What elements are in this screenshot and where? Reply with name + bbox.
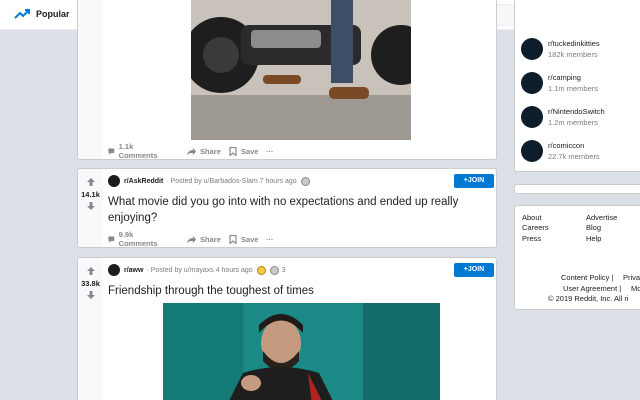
comment-icon — [108, 236, 115, 243]
community-avatar — [521, 140, 543, 162]
post-title[interactable]: Friendship through the toughest of times — [108, 283, 488, 299]
award-count: 3 — [281, 266, 286, 274]
user-agreement-link[interactable]: User Agreement | — [563, 284, 621, 293]
comments-count: 9.9k Comments — [118, 230, 158, 248]
subreddit-link[interactable]: r/aww — [124, 267, 143, 274]
footer-links-card: About Careers Press Advertise Blog Help … — [514, 205, 640, 310]
more-options-button[interactable]: ··· — [266, 232, 274, 246]
join-button[interactable]: +JOIN — [454, 263, 494, 277]
join-button[interactable]: +JOIN — [454, 174, 494, 188]
bookmark-icon — [229, 146, 237, 156]
share-icon — [187, 235, 196, 243]
comments-button[interactable]: 1.1k Comments — [108, 142, 160, 160]
vote-column — [78, 0, 103, 159]
vote-score: 14.1k — [81, 190, 100, 199]
posted-by: · Posted by u/mayaxs 4 hours ago — [146, 266, 253, 274]
post-meta: r/aww · Posted by u/mayaxs 4 hours ago 3 — [108, 263, 286, 277]
share-icon — [187, 147, 196, 155]
community-avatar — [521, 72, 543, 94]
comments-count: 1.1k Comments — [118, 142, 158, 160]
community-members: 22.7k members — [548, 152, 600, 161]
sidebar-spacer-card — [514, 184, 640, 194]
post-meta: r/AskReddit · Posted by u/Barbados-Slam … — [108, 174, 310, 188]
mod-policy-link[interactable]: Mo — [631, 284, 640, 293]
share-label: Share — [200, 234, 221, 244]
community-list-card: r/tuckedinkitties 182k members r/camping… — [514, 0, 640, 172]
more-options-button[interactable]: ··· — [266, 144, 274, 158]
keanu-photo — [163, 303, 440, 400]
post-card[interactable]: 14.1k r/AskReddit · Posted by u/Barbados… — [77, 168, 497, 248]
save-label: Save — [241, 234, 259, 244]
upvote-icon[interactable] — [86, 177, 96, 187]
help-link[interactable]: Help — [586, 234, 601, 243]
privacy-link[interactable]: Priva — [623, 273, 640, 282]
feed-selector-label[interactable]: Popular — [36, 9, 70, 19]
downvote-icon[interactable] — [86, 201, 96, 211]
community-avatar — [521, 38, 543, 60]
press-link[interactable]: Press — [522, 234, 541, 243]
vote-column: 33.8k — [78, 258, 103, 400]
subreddit-avatar[interactable] — [108, 175, 120, 187]
post-title[interactable]: What movie did you go into with no expec… — [108, 194, 488, 226]
community-avatar — [521, 106, 543, 128]
vote-column: 14.1k — [78, 169, 103, 247]
share-button[interactable]: Share — [186, 144, 221, 158]
community-members: 1.2m members — [548, 118, 599, 127]
save-button[interactable]: Save — [229, 232, 259, 246]
community-name[interactable]: r/camping — [548, 73, 581, 82]
advertise-link[interactable]: Advertise — [586, 213, 617, 222]
share-label: Share — [200, 146, 221, 156]
save-button[interactable]: Save — [229, 144, 259, 158]
share-button[interactable]: Share — [186, 232, 221, 246]
downvote-icon[interactable] — [86, 290, 96, 300]
comment-icon — [108, 148, 115, 155]
community-name[interactable]: r/comiccon — [548, 141, 584, 150]
upvote-icon[interactable] — [86, 266, 96, 276]
gold-award-icon — [256, 265, 266, 275]
content-policy-link[interactable]: Content Policy | — [561, 273, 613, 282]
subreddit-avatar[interactable] — [108, 264, 120, 276]
post-image-motorcycle[interactable] — [191, 0, 411, 140]
comments-button[interactable]: 9.9k Comments — [108, 230, 160, 248]
copyright-text: © 2019 Reddit, Inc. All ri — [548, 294, 629, 303]
post-card[interactable]: 1.1k Comments Share Save ··· — [77, 0, 497, 160]
post-card[interactable]: 33.8k r/aww · Posted by u/mayaxs 4 hours… — [77, 257, 497, 400]
subreddit-link[interactable]: r/AskReddit — [124, 178, 163, 185]
silver-award-icon — [269, 265, 279, 275]
about-link[interactable]: About — [522, 213, 542, 222]
vote-score: 33.8k — [81, 279, 100, 288]
posted-by: · Posted by u/Barbados-Slam 7 hours ago — [166, 177, 297, 185]
community-members: 1.1m members — [548, 84, 599, 93]
bookmark-icon — [229, 234, 237, 244]
motorcycle-photo — [191, 0, 411, 140]
save-label: Save — [241, 146, 259, 156]
award-icon — [300, 176, 310, 186]
community-name[interactable]: r/tuckedinkitties — [548, 39, 600, 48]
trending-icon[interactable] — [14, 7, 30, 21]
blog-link[interactable]: Blog — [586, 223, 601, 232]
community-members: 182k members — [548, 50, 598, 59]
community-name[interactable]: r/NintendoSwitch — [548, 107, 605, 116]
post-image-keanu[interactable] — [163, 303, 440, 400]
careers-link[interactable]: Careers — [522, 223, 549, 232]
